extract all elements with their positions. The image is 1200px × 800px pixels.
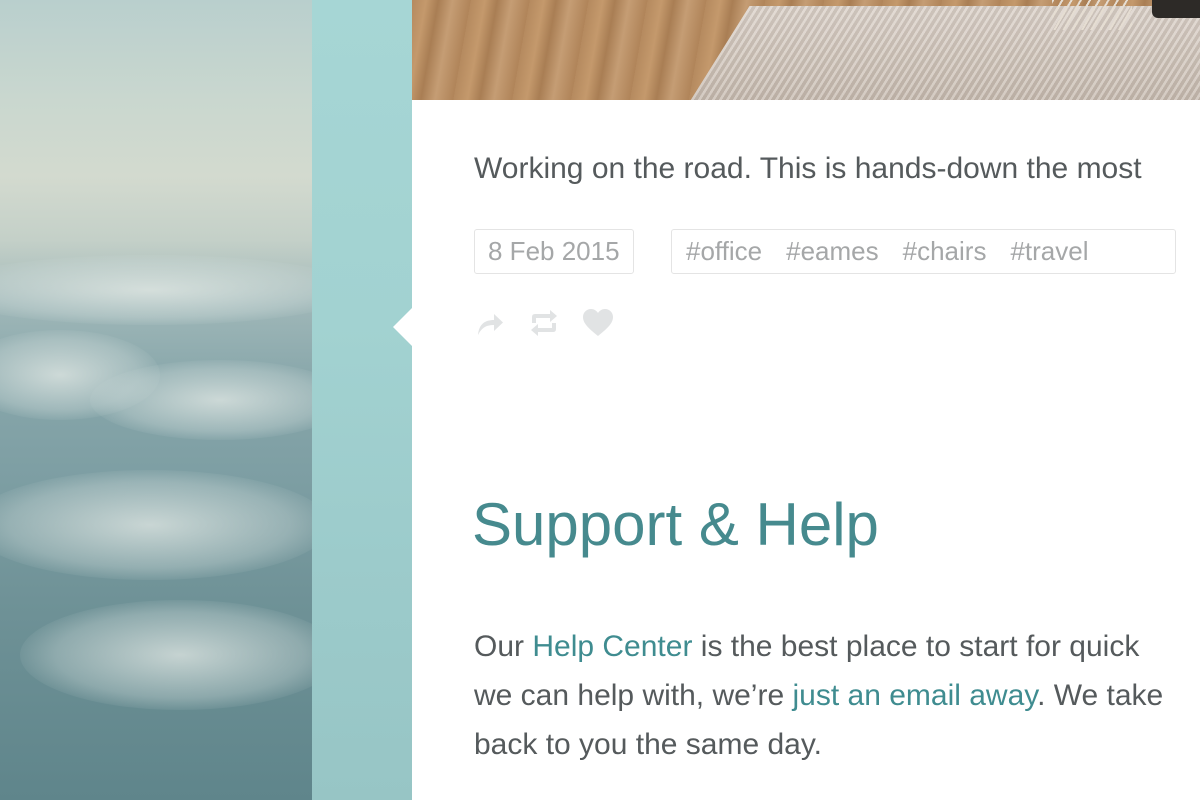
share-icon[interactable]: [474, 306, 506, 340]
teal-timeline-strip: [312, 0, 412, 800]
support-line-1: Our Help Center is the best place to sta…: [474, 622, 1200, 671]
like-icon[interactable]: [582, 306, 614, 340]
support-body: Our Help Center is the best place to sta…: [474, 622, 1200, 769]
post-caption: Working on the road. This is hands-down …: [474, 152, 1142, 185]
post-tags: #office #eames #chairs #travel: [671, 229, 1176, 274]
page: Working on the road. This is hands-down …: [0, 0, 1200, 800]
tag-eames[interactable]: #eames: [786, 236, 879, 266]
support-line-2-prefix: we can help with, we’re: [474, 679, 793, 712]
card-pointer-arrow: [393, 307, 413, 347]
rug-fringe-detail: [1052, 0, 1132, 30]
tag-travel[interactable]: #travel: [1010, 236, 1088, 266]
repost-icon[interactable]: [528, 306, 560, 340]
support-line-1-suffix: is the best place to start for quick: [692, 630, 1140, 663]
support-line-1-prefix: Our: [474, 630, 533, 663]
post-photo[interactable]: [412, 0, 1200, 100]
post-actions: [474, 306, 614, 340]
support-line-2-suffix: . We take: [1037, 679, 1164, 712]
support-line-3: back to you the same day.: [474, 728, 822, 761]
sky-background-image: [0, 0, 312, 800]
tag-office[interactable]: #office: [686, 236, 762, 266]
chair-leg-detail: [1152, 0, 1200, 18]
support-line-2: we can help with, we’re just an email aw…: [474, 671, 1200, 720]
tag-chairs[interactable]: #chairs: [903, 236, 987, 266]
post-card: Working on the road. This is hands-down …: [412, 0, 1200, 800]
email-link[interactable]: just an email away: [793, 679, 1038, 712]
help-center-link[interactable]: Help Center: [532, 630, 692, 663]
post-date: 8 Feb 2015: [474, 229, 634, 274]
support-heading: Support & Help: [472, 491, 879, 558]
